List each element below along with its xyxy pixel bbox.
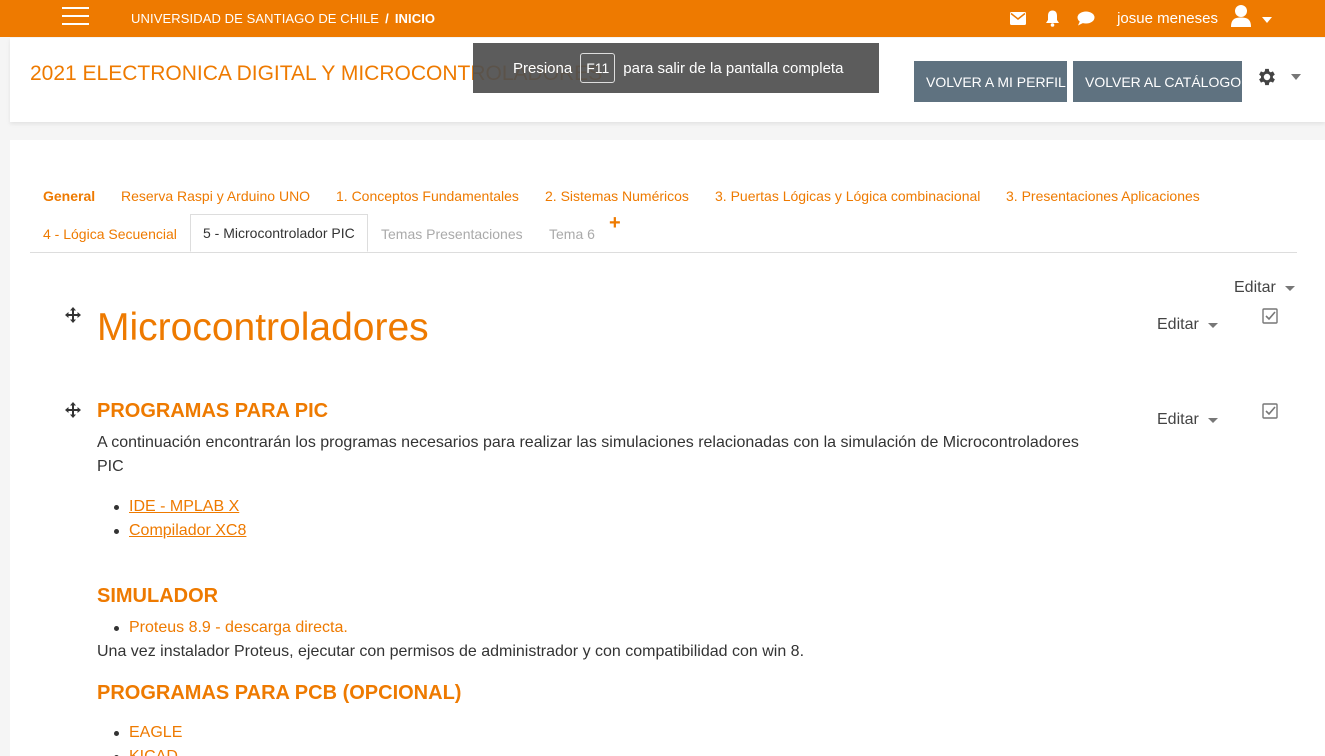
breadcrumb: UNIVERSIDAD DE SANTIAGO DE CHILE / INICIO	[131, 11, 435, 26]
simulator-list: Proteus 8.9 - descarga directa.	[97, 616, 348, 640]
kicad-link[interactable]: KICAD	[129, 748, 178, 756]
list-item: Compilador XC8	[97, 519, 246, 543]
tabs-divider	[30, 252, 1297, 253]
programs-heading: PROGRAMAS PARA PIC	[97, 400, 329, 422]
add-section-button[interactable]: +	[609, 212, 621, 235]
tab-general[interactable]: General	[43, 188, 95, 204]
tab-conceptos[interactable]: 1. Conceptos Fundamentales	[336, 188, 519, 204]
heading-edit-menu[interactable]: Editar	[1157, 316, 1218, 334]
proteus-link[interactable]: Proteus 8.9 - descarga directa.	[129, 619, 348, 636]
course-settings-menu[interactable]	[1256, 66, 1301, 88]
tab-puertas-logicas[interactable]: 3. Puertas Lógicas y Lógica combinaciona…	[715, 188, 980, 204]
fullscreen-notice-after: para salir de la pantalla completa	[623, 59, 844, 77]
simulator-heading: SIMULADOR	[97, 585, 219, 607]
tab-logica-secuencial[interactable]: 4 - Lógica Secuencial	[43, 226, 177, 242]
chat-icon[interactable]	[1077, 10, 1095, 28]
edit-label: Editar	[1157, 316, 1199, 333]
edit-label: Editar	[1157, 411, 1199, 428]
breadcrumb-university[interactable]: UNIVERSIDAD DE SANTIAGO DE CHILE	[131, 11, 379, 26]
fullscreen-notice-before: Presiona	[513, 59, 573, 77]
caret-down-icon[interactable]	[1291, 74, 1301, 80]
programs-description: A continuación encontrarán los programas…	[97, 434, 1079, 475]
list-item: IDE - MPLAB X	[97, 495, 246, 519]
bell-icon[interactable]	[1043, 10, 1061, 28]
back-to-catalog-button[interactable]: VOLVER AL CATÁLOGO	[1073, 61, 1242, 102]
move-icon[interactable]	[65, 307, 81, 323]
tab-presentaciones-aplicaciones[interactable]: 3. Presentaciones Aplicaciones	[1006, 188, 1200, 204]
completion-checkbox-icon[interactable]	[1262, 308, 1278, 324]
breadcrumb-separator: /	[385, 11, 389, 26]
user-icon[interactable]	[1230, 4, 1252, 33]
gear-icon[interactable]	[1256, 66, 1278, 88]
top-navbar: UNIVERSIDAD DE SANTIAGO DE CHILE / INICIO …	[0, 0, 1325, 37]
course-content: General Reserva Raspi y Arduino UNO 1. C…	[10, 140, 1325, 756]
edit-label: Editar	[1234, 279, 1276, 296]
back-to-profile-button[interactable]: VOLVER A MI PERFIL	[914, 61, 1067, 102]
caret-down-icon	[1207, 417, 1218, 423]
user-name[interactable]: josue meneses	[1117, 10, 1218, 27]
programs-list: IDE - MPLAB X Compilador XC8	[97, 495, 246, 543]
list-item: EAGLE	[97, 721, 182, 745]
menu-icon[interactable]	[62, 7, 89, 27]
tab-reserva-raspi[interactable]: Reserva Raspi y Arduino UNO	[121, 188, 310, 204]
tab-temas-presentaciones[interactable]: Temas Presentaciones	[381, 226, 523, 242]
move-icon[interactable]	[65, 402, 81, 418]
label-edit-menu[interactable]: Editar	[1157, 411, 1218, 429]
list-item: KICAD	[97, 745, 182, 756]
pcb-list: EAGLE KICAD	[97, 721, 182, 756]
list-item: Proteus 8.9 - descarga directa.	[97, 616, 348, 640]
breadcrumb-current[interactable]: INICIO	[395, 11, 435, 26]
section-heading: Microcontroladores	[97, 306, 429, 349]
navbar-actions: josue meneses	[1009, 0, 1325, 37]
caret-down-icon[interactable]	[1262, 10, 1272, 28]
completion-checkbox-icon[interactable]	[1262, 403, 1278, 419]
fullscreen-notice: Presiona F11 para salir de la pantalla c…	[473, 43, 879, 93]
tab-tema-6[interactable]: Tema 6	[549, 226, 595, 242]
mplab-link[interactable]: IDE - MPLAB X	[129, 498, 239, 515]
tab-microcontrolador-pic[interactable]: 5 - Microcontrolador PIC	[190, 214, 368, 252]
section-edit-menu[interactable]: Editar	[1234, 279, 1295, 297]
envelope-icon[interactable]	[1009, 10, 1027, 28]
pcb-heading: PROGRAMAS PARA PCB (OPCIONAL)	[97, 682, 462, 704]
tab-sistemas-numericos[interactable]: 2. Sistemas Numéricos	[545, 188, 689, 204]
simulator-description: Una vez instalador Proteus, ejecutar con…	[97, 643, 805, 660]
xc8-link[interactable]: Compilador XC8	[129, 522, 246, 539]
caret-down-icon	[1207, 322, 1218, 328]
caret-down-icon	[1284, 285, 1295, 291]
eagle-link[interactable]: EAGLE	[129, 724, 182, 741]
f11-key: F11	[580, 53, 616, 83]
